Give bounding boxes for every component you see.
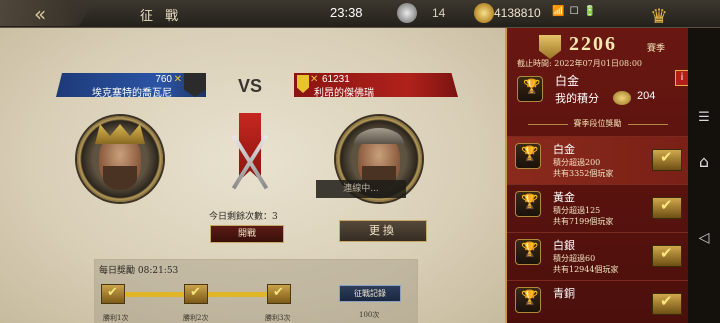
system-navigation-bar: ☰ ⌂ ◁ — [688, 28, 720, 323]
battle-record-button[interactable]: 征戰記錄 — [339, 285, 401, 302]
trophy-icon: 🏆 — [521, 194, 539, 210]
home-icon[interactable]: ⌂ — [694, 152, 714, 171]
check-icon: ✔ — [660, 196, 673, 214]
gold-coin-icon — [474, 3, 494, 23]
trophy-icon: 🏆 — [521, 290, 539, 306]
right-player-name: 利昂的傑佛瑞 — [314, 88, 374, 99]
tier-player-count: 共有3352個玩家 — [553, 169, 614, 178]
tier-requirement: 積分超過60 — [553, 254, 596, 263]
avatar-beard — [103, 166, 137, 190]
season-suffix: 賽季 — [647, 44, 666, 54]
tier-row-bronze[interactable]: 🏆 青銅 ✔ — [507, 280, 688, 323]
back-button[interactable]: « — [0, 0, 96, 26]
check-icon: ✔ — [107, 285, 118, 300]
change-opponent-button[interactable]: 更換 — [339, 220, 427, 242]
my-points-label: 我的積分 — [555, 92, 599, 105]
tier-reward-chest[interactable]: ✔ — [652, 148, 682, 171]
trophy-icon: 🏆 — [521, 146, 539, 162]
tier-requirement: 積分超過125 — [553, 206, 601, 215]
versus-label: VS — [238, 76, 263, 96]
status-icons: 📶 ☐ 🔋 — [552, 6, 598, 17]
silver-count: 14 — [432, 6, 446, 20]
recent-apps-icon[interactable]: ☰ — [694, 110, 714, 125]
season-number: 2206 — [569, 33, 617, 55]
tier-name: 青銅 — [553, 287, 575, 300]
start-battle-button[interactable]: 開戰 — [210, 225, 284, 243]
crown-icon — [95, 124, 145, 144]
left-player-banner: 760 ✕ 埃克塞特的喬瓦尼 — [56, 73, 206, 97]
tier-name: 白銀 — [553, 239, 575, 252]
tier-reward-chest[interactable]: ✔ — [652, 244, 682, 267]
silver-trophy-icon: 🏆 — [515, 239, 541, 265]
left-player-avatar[interactable] — [77, 116, 163, 202]
tier-name: 黃金 — [553, 191, 575, 204]
connecting-status: 連線中... — [316, 180, 406, 198]
tier-requirement: 積分超過200 — [553, 158, 601, 167]
back-chevron-icon: « — [34, 2, 47, 26]
trophy-icon: 🏆 — [523, 79, 541, 95]
points-badge-icon — [613, 91, 631, 105]
match-count: 100次 — [359, 311, 380, 319]
back-icon[interactable]: ◁ — [694, 230, 714, 246]
chest-label: 勝利2次 — [183, 314, 209, 322]
battle-area: 760 ✕ 埃克塞特的喬瓦尼 VS ✕ 61231 利昂的傑佛瑞 連線中... … — [0, 28, 505, 323]
top-bar: « 征 戰 23:38 14 4138810 📶 ☐ 🔋 ♛ — [0, 0, 720, 28]
shield-icon — [539, 35, 561, 59]
reward-chest-2[interactable]: ✔ — [184, 284, 208, 304]
daily-reward-panel: 每日獎勵 08:21:53 ✔ 勝利1次 ✔ 勝利2次 ✔ 勝利3次 征戰記錄 … — [94, 259, 418, 323]
clock: 23:38 — [330, 5, 363, 20]
tier-player-count: 共有12944個玩家 — [553, 265, 619, 274]
tier-name: 白金 — [553, 143, 575, 156]
check-icon: ✔ — [273, 285, 284, 300]
daily-reward-timer: 每日獎勵 08:21:53 — [99, 266, 179, 276]
check-icon: ✔ — [660, 244, 673, 262]
my-rank-row: 🏆 白金 我的積分 204 — [515, 72, 675, 108]
chest-label: 勝利3次 — [265, 314, 291, 322]
crest-icon — [297, 75, 309, 93]
flag-icon — [184, 73, 206, 97]
tier-row-platinum[interactable]: 🏆 白金 積分超過200 共有3352個玩家 ✔ — [507, 136, 688, 184]
my-points-value: 204 — [637, 90, 656, 102]
check-icon: ✔ — [660, 148, 673, 166]
tier-reward-chest[interactable]: ✔ — [652, 292, 682, 315]
gold-count: 4138810 — [494, 6, 541, 20]
tier-row-silver[interactable]: 🏆 白銀 積分超過60 共有12944個玩家 ✔ — [507, 232, 688, 280]
platinum-trophy-icon: 🏆 — [515, 143, 541, 169]
check-icon: ✔ — [190, 285, 201, 300]
platinum-trophy-icon: 🏆 — [517, 76, 543, 102]
left-player-name: 埃克塞特的喬瓦尼 — [92, 88, 172, 99]
my-rank-name: 白金 — [555, 74, 580, 88]
crossed-swords-icon: ✕ — [173, 74, 182, 85]
info-icon[interactable]: i — [675, 70, 689, 86]
helmet-icon — [354, 128, 404, 144]
chest-label: 勝利1次 — [103, 314, 129, 322]
trophy-icon: 🏆 — [521, 242, 539, 258]
reward-chest-3[interactable]: ✔ — [267, 284, 291, 304]
crossed-swords-emblem-icon — [225, 113, 275, 199]
season-rewards-title: 賽季段位獎勵 — [507, 118, 688, 129]
gold-trophy-icon: 🏆 — [515, 191, 541, 217]
season-panel: 2206 賽季 截止時間: 2022年07月01日08:00 🏆 白金 我的積分… — [505, 28, 689, 323]
tier-player-count: 共有7199個玩家 — [553, 217, 614, 226]
reward-chest-1[interactable]: ✔ — [101, 284, 125, 304]
crown-icon[interactable]: ♛ — [650, 4, 668, 28]
bronze-trophy-icon: 🏆 — [515, 287, 541, 313]
remaining-attempts: 今日剩餘次數：3 — [209, 212, 278, 222]
page-title: 征 戰 — [140, 9, 183, 24]
right-player-banner: ✕ 61231 利昂的傑佛瑞 — [294, 73, 458, 97]
tier-row-gold[interactable]: 🏆 黃金 積分超過125 共有7199個玩家 ✔ — [507, 184, 688, 232]
silver-coin-icon — [397, 3, 417, 23]
season-deadline: 截止時間: 2022年07月01日08:00 — [517, 59, 643, 68]
check-icon: ✔ — [660, 292, 673, 310]
tier-reward-chest[interactable]: ✔ — [652, 196, 682, 219]
